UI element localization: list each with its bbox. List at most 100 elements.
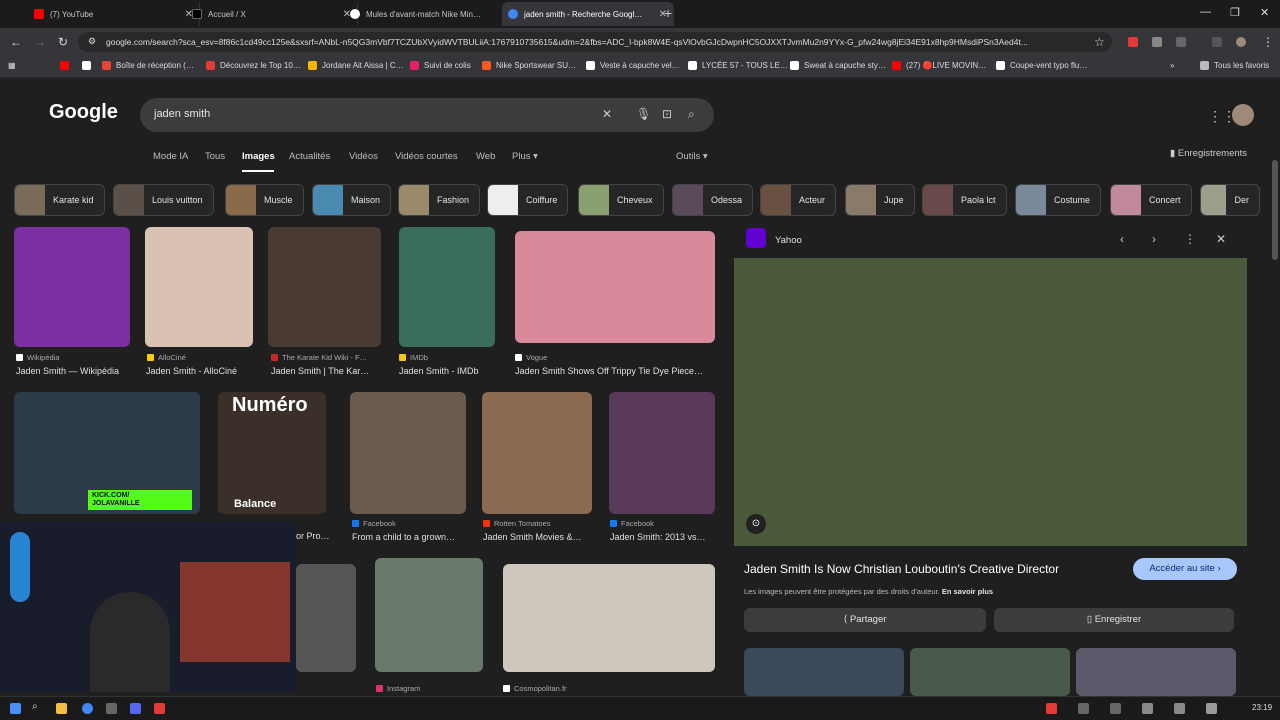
search-icon[interactable]: ⌕	[688, 107, 695, 122]
close-window-icon[interactable]: ✕	[1260, 6, 1269, 19]
chip[interactable]: Paola lct	[922, 184, 1007, 216]
result-image[interactable]: Numéro Balance	[218, 392, 326, 514]
result-caption[interactable]: Jaden Smith | The Kar…	[271, 366, 381, 376]
result-image[interactable]	[399, 227, 495, 347]
extension-icon[interactable]	[1152, 37, 1162, 47]
bookmark-item[interactable]: Veste à capuche vel…	[586, 61, 680, 70]
tab-nike[interactable]: Mules d'avant-match Nike Min…✕	[344, 2, 516, 26]
bookmark-item[interactable]: Boîte de réception (…	[102, 61, 194, 70]
result-image[interactable]	[515, 231, 715, 343]
reload-icon[interactable]: ↻	[58, 35, 68, 49]
microphone-icon[interactable]: 🎙	[636, 107, 651, 121]
scrollbar[interactable]	[1272, 160, 1278, 260]
related-image[interactable]	[744, 648, 904, 696]
chip[interactable]: Muscle	[225, 184, 304, 216]
tab-ai-mode[interactable]: Mode IA	[153, 151, 188, 162]
more-options-icon[interactable]: ⋮	[1184, 232, 1196, 246]
tray-icon[interactable]	[1110, 703, 1121, 714]
volume-icon[interactable]	[1206, 703, 1217, 714]
result-image[interactable]	[375, 558, 483, 672]
visit-site-button[interactable]: Accéder au site ›	[1133, 558, 1237, 580]
chip[interactable]: Odessa	[672, 184, 754, 216]
tab-google-search[interactable]: jaden smith - Recherche Googl… ✕	[502, 2, 674, 26]
bookmark-item[interactable]: Nike Sportswear SU…	[482, 61, 576, 70]
result-caption[interactable]: Jaden Smith - IMDb	[399, 366, 499, 376]
all-bookmarks-folder[interactable]: Tous les favoris	[1200, 61, 1269, 70]
search-icon[interactable]: ⌕	[32, 701, 43, 712]
profile-avatar[interactable]	[1236, 37, 1246, 47]
result-image[interactable]	[296, 564, 356, 672]
result-caption[interactable]: Jaden Smith Movies &…	[483, 532, 593, 542]
result-caption[interactable]: Jaden Smith — Wikipédia	[16, 366, 134, 376]
chevron-right-icon[interactable]: »	[1170, 61, 1174, 70]
clock[interactable]: 23:19	[1252, 703, 1272, 712]
result-image[interactable]: KICK.COM/ JOLAVANILLE	[14, 392, 200, 514]
back-icon[interactable]: ←	[10, 35, 22, 49]
preview-source[interactable]: Yahoo	[775, 235, 802, 246]
tab-news[interactable]: Actualités	[289, 151, 330, 162]
lens-search-icon[interactable]: ⊙	[746, 514, 766, 534]
chip[interactable]: Jupe	[845, 184, 915, 216]
chip[interactable]: Concert	[1110, 184, 1192, 216]
restore-icon[interactable]: ❐	[1230, 6, 1240, 19]
result-image[interactable]	[268, 227, 381, 347]
new-tab-button[interactable]: +	[664, 5, 672, 21]
bookmark-item[interactable]: Suivi de colis	[410, 61, 471, 70]
apps-grid-icon[interactable]: ▦	[8, 61, 16, 70]
tab-short-videos[interactable]: Vidéos courtes	[395, 151, 458, 162]
app-icon[interactable]	[154, 703, 165, 714]
tab-videos[interactable]: Vidéos	[349, 151, 378, 162]
result-image[interactable]	[350, 392, 466, 514]
tray-icon[interactable]	[1142, 703, 1153, 714]
windows-start-icon[interactable]	[10, 703, 21, 714]
chip[interactable]: Costume	[1015, 184, 1102, 216]
result-image[interactable]	[609, 392, 715, 514]
tab-more[interactable]: Plus ▾	[512, 151, 538, 162]
forward-icon[interactable]: →	[34, 35, 46, 49]
search-box[interactable]: jaden smith ✕ 🎙 ⊡ ⌕	[140, 98, 714, 132]
chip[interactable]: Fashion	[398, 184, 481, 216]
bookmark-item[interactable]: Coupe-vent typo flu…	[996, 61, 1087, 70]
extensions-puzzle-icon[interactable]	[1176, 37, 1186, 47]
bookmark-item[interactable]: Sweat à capuche sty…	[790, 61, 886, 70]
bookmark-item[interactable]: Jordane Ait Aissa | C…	[308, 61, 404, 70]
next-icon[interactable]: ›	[1152, 232, 1156, 246]
menu-kebab-icon[interactable]: ⋮	[1262, 35, 1274, 49]
bookmark-item[interactable]	[82, 61, 96, 70]
tray-icon[interactable]	[1046, 703, 1057, 714]
share-button[interactable]: ⟨ Partager	[744, 608, 986, 632]
chip[interactable]: Karate kid	[14, 184, 105, 216]
result-caption[interactable]: From a child to a grown…	[352, 532, 470, 542]
result-image[interactable]	[482, 392, 592, 514]
chip[interactable]: Maison	[312, 184, 392, 216]
result-caption[interactable]: Jaden Smith - AlloCiné	[146, 366, 256, 376]
saves-link[interactable]: ▮ Enregistrements	[1170, 148, 1247, 159]
chip[interactable]: Louis vuitton	[113, 184, 214, 216]
url-field[interactable]: ⚙ google.com/search?sca_esv=8f86c1cd49cc…	[78, 32, 1112, 52]
learn-more-link[interactable]: En savoir plus	[942, 587, 993, 596]
save-button[interactable]: ▯ Enregistrer	[994, 608, 1234, 632]
chrome-icon[interactable]	[82, 703, 93, 714]
clear-icon[interactable]: ✕	[602, 107, 612, 121]
related-image[interactable]	[910, 648, 1070, 696]
bookmark-star-icon[interactable]: ☆	[1094, 35, 1105, 49]
extension-icon[interactable]	[1128, 37, 1138, 47]
chip[interactable]: Coiffure	[487, 184, 569, 216]
google-logo[interactable]: Google	[49, 101, 118, 124]
account-avatar[interactable]	[1232, 104, 1254, 126]
tab-web[interactable]: Web	[476, 151, 495, 162]
app-icon[interactable]	[106, 703, 117, 714]
minimize-icon[interactable]: —	[1200, 6, 1211, 18]
discord-icon[interactable]	[130, 703, 141, 714]
result-caption[interactable]: Jaden Smith: 2013 vs…	[610, 532, 716, 542]
bookmark-item[interactable]	[60, 61, 74, 70]
tab-all[interactable]: Tous	[205, 151, 225, 162]
related-image[interactable]	[1076, 648, 1236, 696]
tab-youtube[interactable]: (7) YouTube ✕	[28, 2, 200, 26]
result-image[interactable]	[145, 227, 253, 347]
result-caption[interactable]: or Pro…	[296, 531, 336, 541]
close-icon[interactable]: ✕	[1216, 232, 1226, 246]
result-image[interactable]	[14, 227, 130, 347]
tools-button[interactable]: Outils ▾	[676, 151, 708, 162]
tab-images[interactable]: Images	[242, 151, 275, 162]
